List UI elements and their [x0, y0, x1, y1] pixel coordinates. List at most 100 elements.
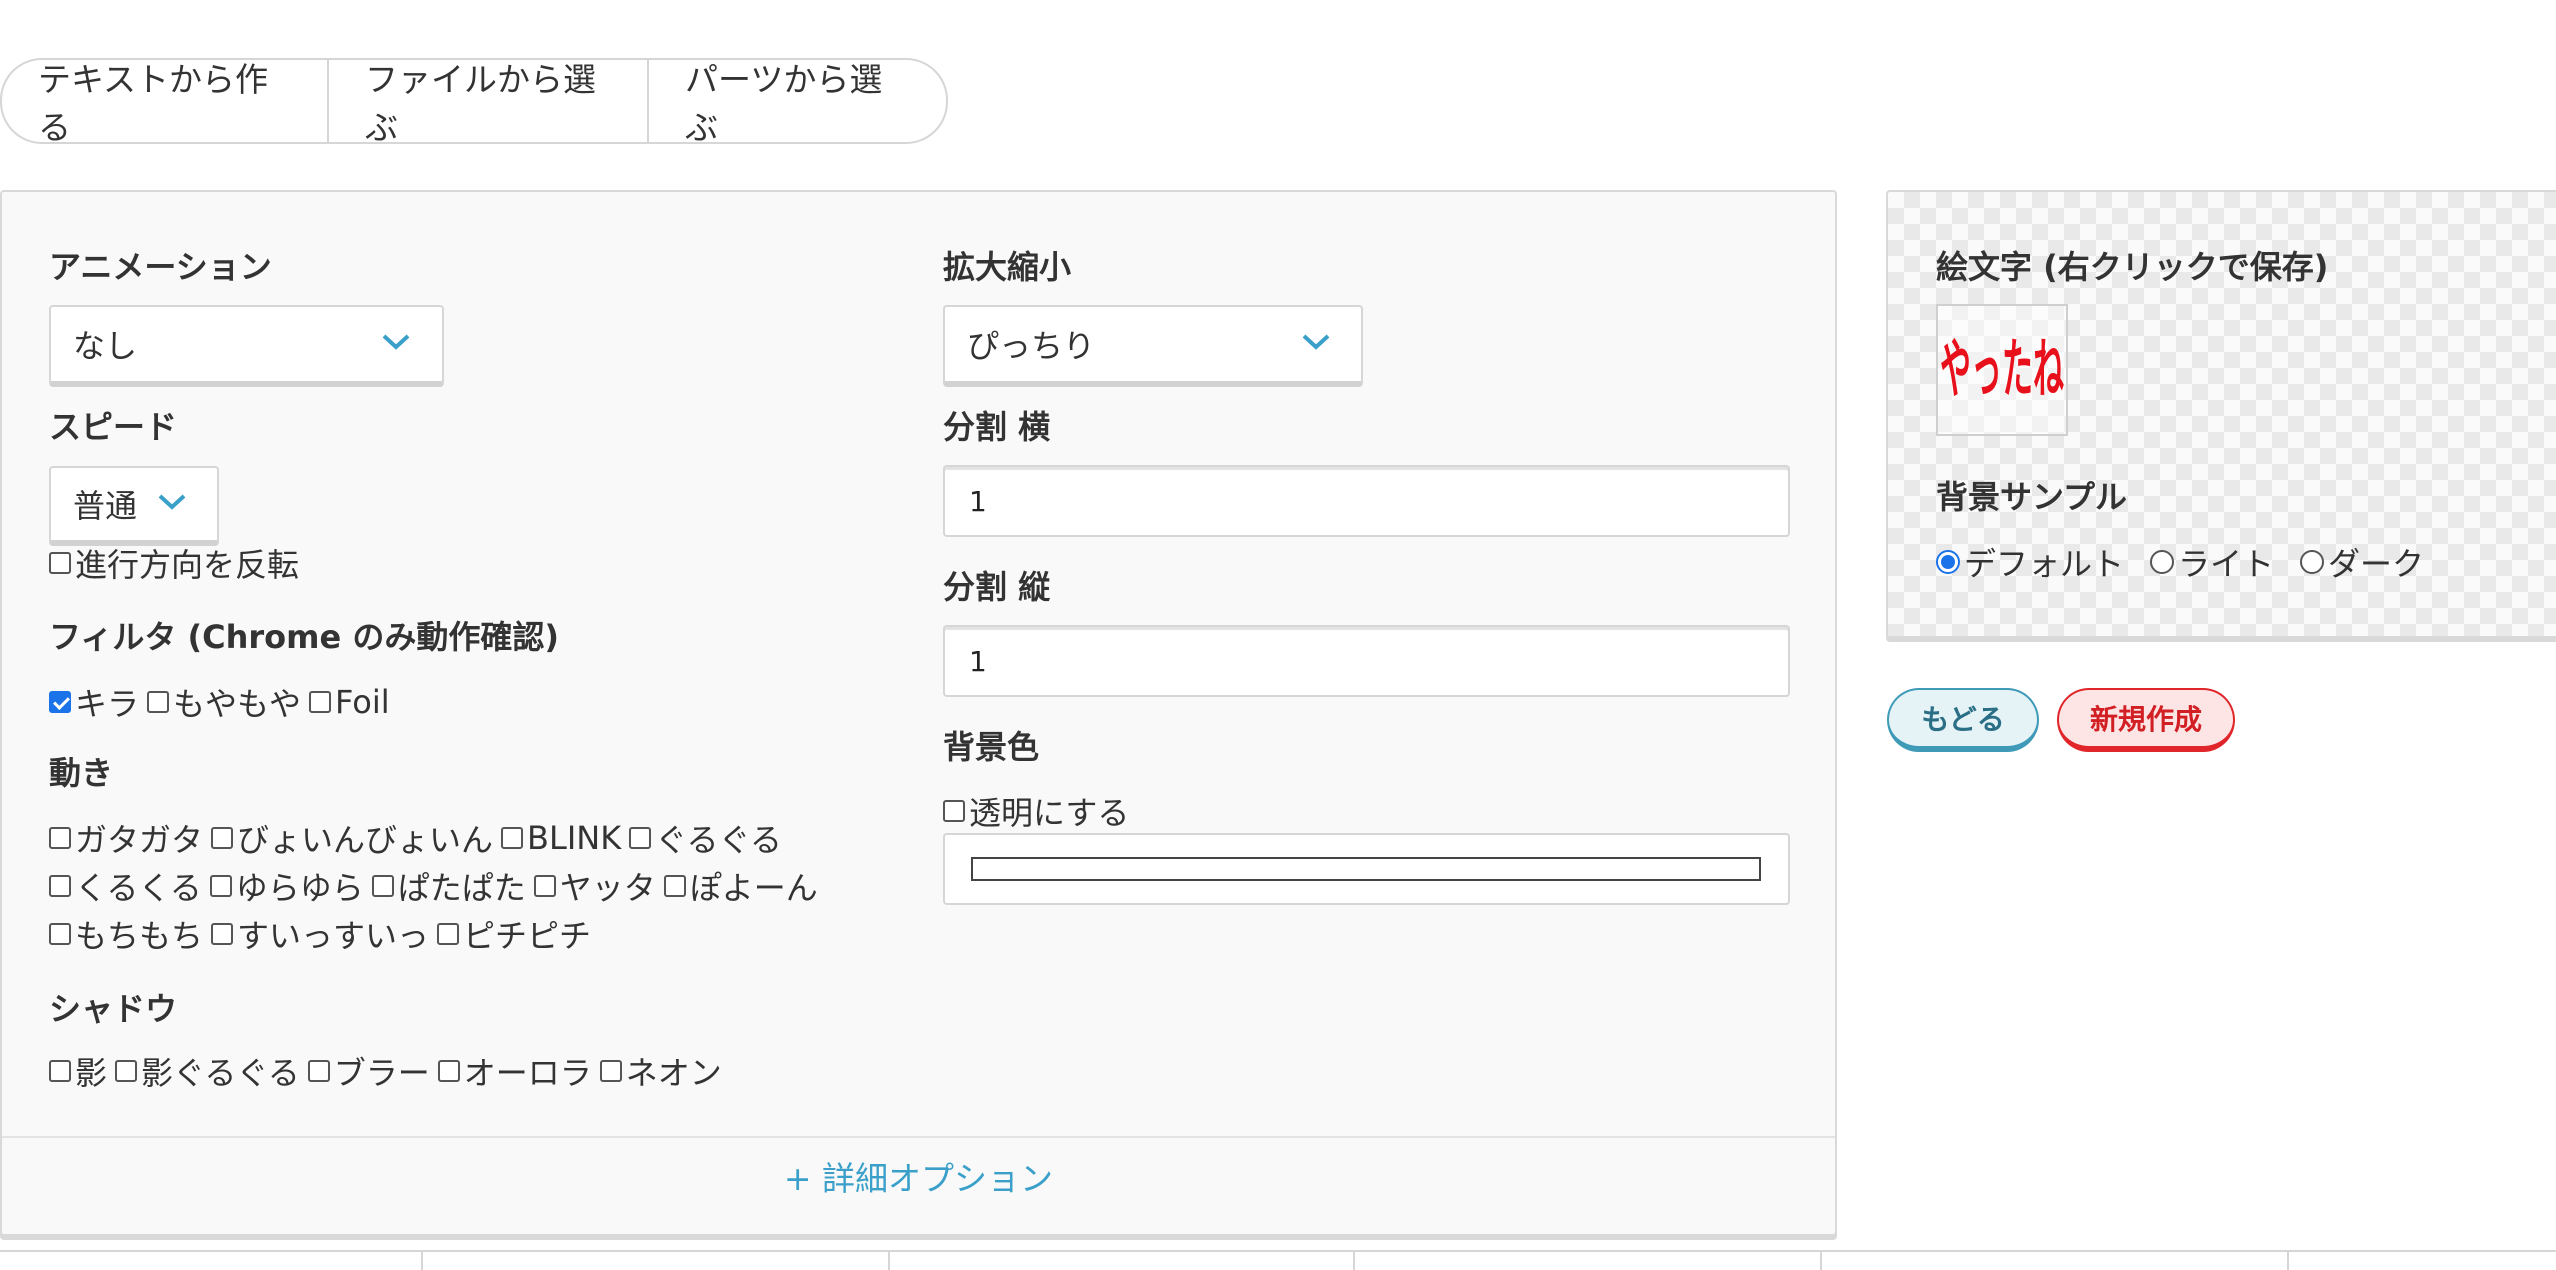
motion-checkbox[interactable]: [209, 875, 232, 897]
scale-select-value: ぴっちり: [967, 327, 1096, 365]
filter-moyamoya-checkbox[interactable]: [147, 691, 170, 713]
bottom-tick: [888, 1252, 890, 1270]
motion-checkbox[interactable]: [49, 827, 71, 849]
bottom-divider: [0, 1250, 2556, 1252]
transparent-option[interactable]: 透明にする: [943, 788, 1137, 834]
filter-option-label: もやもや: [173, 685, 302, 723]
motion-checkbox[interactable]: [211, 923, 234, 945]
motion-option-label: ピチピチ: [463, 917, 592, 955]
motion-checkbox[interactable]: [211, 827, 234, 849]
speed-select-value: 普通: [73, 487, 138, 525]
shadow-options: 影 影ぐるぐる ブラー オーロラ ネオン: [49, 1048, 730, 1094]
motion-checkbox[interactable]: [629, 827, 652, 849]
motion-options-row-1: ガタガタ びょいんびょいん BLINK ぐるぐる: [49, 815, 790, 861]
panel-divider: [2, 1136, 1835, 1138]
motion-option-label: BLINK: [527, 819, 622, 857]
motion-option-label: ぽよーん: [689, 869, 818, 907]
speed-label: スピード: [49, 408, 178, 446]
animation-select[interactable]: なし: [49, 305, 444, 387]
emoji-text: やったね: [1940, 333, 2064, 408]
detail-options-link[interactable]: + 詳細オプション: [2, 1152, 1835, 1200]
motion-checkbox[interactable]: [371, 875, 394, 897]
emoji-title: 絵文字 (右クリックで保存): [1936, 248, 2329, 286]
transparent-checkbox[interactable]: [943, 800, 965, 822]
new-create-button[interactable]: 新規作成: [2057, 688, 2235, 752]
bg-color-swatch: [971, 857, 1761, 881]
bg-sample-options: デフォルト ライト ダーク: [1936, 539, 2450, 585]
motion-option-label: ぐるぐる: [655, 821, 782, 859]
motion-option-label: びょいんびょいん: [237, 821, 494, 859]
chevron-down-icon: [158, 494, 186, 510]
motion-checkbox[interactable]: [533, 875, 556, 897]
motion-checkbox[interactable]: [663, 875, 686, 897]
bg-default-radio[interactable]: [1936, 550, 1960, 574]
shadow-checkbox[interactable]: [599, 1060, 622, 1082]
bg-color-picker[interactable]: [943, 833, 1790, 905]
tab-from-text[interactable]: テキストから作る: [2, 60, 329, 142]
shadow-checkbox[interactable]: [437, 1060, 460, 1082]
shadow-checkbox[interactable]: [307, 1060, 330, 1082]
filter-option-label: Foil: [335, 683, 390, 721]
motion-option-label: ガタガタ: [75, 821, 204, 859]
motion-option-label: ゆらゆら: [235, 869, 364, 907]
animation-label: アニメーション: [49, 248, 272, 286]
scale-label: 拡大縮小: [943, 248, 1072, 286]
motion-option-label: ぱたぱた: [397, 869, 526, 907]
split-horizontal-label: 分割 横: [943, 408, 1051, 446]
bg-dark-radio[interactable]: [2300, 550, 2325, 574]
bottom-tick: [2287, 1252, 2289, 1270]
motion-option-label: すいっすいっ: [237, 917, 430, 955]
chevron-down-icon: [382, 334, 410, 350]
bg-sample-option-label: ダーク: [2328, 545, 2425, 583]
shadow-option-label: ネオン: [625, 1054, 722, 1092]
motion-checkbox[interactable]: [49, 875, 71, 897]
tab-from-parts[interactable]: パーツから選ぶ: [649, 60, 946, 142]
filter-label: フィルタ (Chrome のみ動作確認): [49, 618, 559, 656]
split-vertical-input[interactable]: 1: [943, 625, 1790, 697]
motion-options-row-3: もちもち すいっすいっ ピチピチ: [49, 911, 599, 957]
motion-label: 動き: [49, 754, 114, 792]
chevron-down-icon: [1302, 334, 1330, 350]
animation-select-value: なし: [73, 327, 138, 365]
filter-foil-checkbox[interactable]: [309, 691, 332, 713]
shadow-label: シャドウ: [49, 990, 178, 1028]
reverse-direction-option[interactable]: 進行方向を反転: [49, 540, 307, 586]
bottom-tick: [1820, 1252, 1822, 1270]
shadow-option-label: ブラー: [333, 1054, 430, 1092]
source-tabs: テキストから作る ファイルから選ぶ パーツから選ぶ: [0, 58, 948, 144]
speed-select[interactable]: 普通: [49, 466, 219, 546]
filter-options: キラ もやもや Foil: [49, 679, 398, 725]
shadow-checkbox[interactable]: [49, 1060, 71, 1082]
reverse-direction-checkbox[interactable]: [49, 552, 71, 574]
filter-option-label: キラ: [75, 685, 140, 723]
bg-sample-label: 背景サンプル: [1936, 478, 2128, 516]
shadow-option-label: 影ぐるぐる: [141, 1054, 300, 1092]
motion-option-label: くるくる: [75, 869, 202, 907]
bg-light-radio[interactable]: [2150, 550, 2175, 574]
shadow-checkbox[interactable]: [115, 1060, 138, 1082]
bg-sample-option-label: デフォルト: [1964, 545, 2125, 583]
motion-checkbox[interactable]: [501, 827, 524, 849]
shadow-option-label: 影: [75, 1054, 108, 1092]
transparent-label: 透明にする: [969, 794, 1130, 832]
split-horizontal-input[interactable]: 1: [943, 465, 1790, 537]
filter-kira-checkbox[interactable]: [49, 691, 71, 713]
emoji-preview[interactable]: やったね: [1936, 304, 2068, 436]
tab-from-file[interactable]: ファイルから選ぶ: [329, 60, 649, 142]
split-vertical-value: 1: [969, 644, 987, 678]
preview-panel: 絵文字 (右クリックで保存) やったね 背景サンプル デフォルト ライト ダーク: [1886, 190, 2556, 638]
motion-checkbox[interactable]: [437, 923, 460, 945]
motion-option-label: もちもち: [75, 917, 204, 955]
motion-option-label: ヤッタ: [559, 869, 656, 907]
scale-select[interactable]: ぴっちり: [943, 305, 1363, 387]
bottom-tick: [421, 1252, 423, 1270]
emoji-image: やったね: [1940, 333, 2064, 408]
split-vertical-label: 分割 縦: [943, 568, 1051, 606]
motion-options-row-2: くるくる ゆらゆら ぱたぱた ヤッタ ぽよーん: [49, 863, 826, 909]
motion-checkbox[interactable]: [49, 923, 71, 945]
bg-color-label: 背景色: [943, 728, 1040, 766]
back-button[interactable]: もどる: [1887, 688, 2039, 752]
shadow-option-label: オーロラ: [463, 1054, 592, 1092]
reverse-direction-label: 進行方向を反転: [75, 546, 300, 584]
options-panel: アニメーション なし スピード 普通 進行方向を反転 フィルタ (Chrome …: [0, 190, 1837, 1236]
